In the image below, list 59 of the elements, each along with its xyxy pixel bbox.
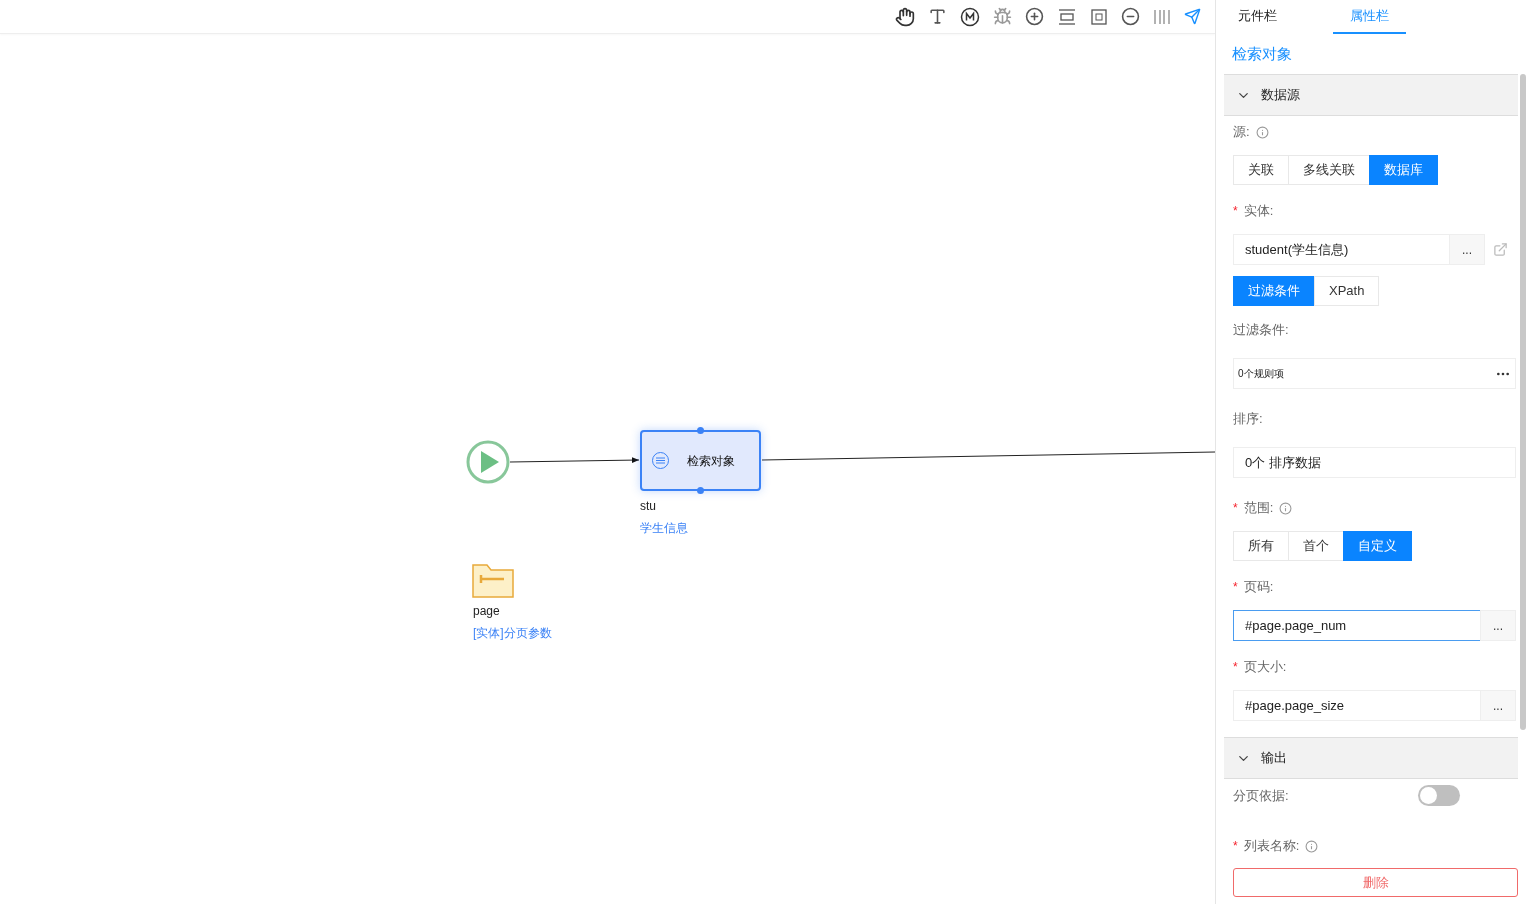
field-label: 实体: bbox=[1243, 202, 1274, 221]
distribute-icon[interactable] bbox=[1153, 7, 1171, 26]
segment-option[interactable]: 数据库 bbox=[1369, 155, 1438, 185]
browse-button[interactable]: ... bbox=[1480, 610, 1516, 641]
segment-option[interactable]: 多线关联 bbox=[1288, 155, 1370, 185]
info-icon[interactable] bbox=[1305, 839, 1319, 853]
start-node-icon[interactable] bbox=[466, 440, 510, 484]
required-mark: * bbox=[1233, 203, 1238, 220]
text-size-icon[interactable] bbox=[928, 7, 947, 26]
node-name: page bbox=[473, 603, 501, 620]
required-mark: * bbox=[1233, 659, 1238, 676]
segment-option[interactable]: XPath bbox=[1314, 276, 1380, 306]
action-node[interactable]: 检索对象 bbox=[640, 430, 761, 491]
zoom-in-icon[interactable] bbox=[1025, 7, 1044, 26]
required-mark: * bbox=[1233, 500, 1238, 517]
segment-option[interactable]: 首个 bbox=[1288, 531, 1344, 561]
field-label: 列表名称: bbox=[1243, 837, 1300, 856]
info-icon[interactable] bbox=[1255, 125, 1269, 139]
send-icon[interactable] bbox=[1184, 8, 1201, 25]
section-header[interactable]: 输出 bbox=[1224, 737, 1518, 779]
port-handle[interactable] bbox=[697, 487, 704, 494]
field-label: 范围: bbox=[1243, 499, 1274, 518]
panel-title: 检索对象 bbox=[1231, 43, 1293, 64]
field-label: 排序: bbox=[1233, 410, 1263, 429]
segment-option[interactable]: 自定义 bbox=[1343, 531, 1412, 561]
node-subtitle: [实体]分页参数 bbox=[473, 625, 552, 642]
panel-tab[interactable]: 元件栏 bbox=[1238, 0, 1311, 34]
browse-button[interactable]: ... bbox=[1480, 690, 1516, 721]
browse-button[interactable]: ... bbox=[1449, 234, 1485, 265]
summary-field[interactable]: 0个规则项 bbox=[1233, 358, 1516, 389]
input-field[interactable]: student(学生信息) bbox=[1233, 234, 1450, 265]
segment-option[interactable]: 过滤条件 bbox=[1233, 276, 1315, 306]
field-label: 页码: bbox=[1243, 578, 1274, 597]
hand-icon[interactable] bbox=[895, 6, 915, 27]
field-label: 过滤条件: bbox=[1233, 321, 1289, 340]
section-header[interactable]: 数据源 bbox=[1224, 74, 1518, 116]
field-label: 分页依据: bbox=[1233, 786, 1289, 805]
required-mark: * bbox=[1233, 838, 1238, 855]
required-mark: * bbox=[1233, 579, 1238, 596]
node-name: stu bbox=[640, 498, 657, 515]
info-icon[interactable] bbox=[1279, 501, 1293, 515]
input-field[interactable]: #page.page_size bbox=[1233, 690, 1481, 721]
scrollbar-thumb[interactable] bbox=[1520, 74, 1526, 730]
bug-icon[interactable] bbox=[993, 7, 1012, 26]
segment-option[interactable]: 关联 bbox=[1233, 155, 1289, 185]
field-label: 源: bbox=[1233, 123, 1250, 142]
fit-icon[interactable] bbox=[1090, 7, 1108, 26]
open-link-icon[interactable] bbox=[1493, 242, 1508, 257]
align-icon[interactable] bbox=[1057, 7, 1077, 26]
input-field[interactable]: #page.page_num bbox=[1233, 610, 1481, 641]
field-label: 页大小: bbox=[1243, 658, 1287, 677]
port-handle[interactable] bbox=[697, 427, 704, 434]
m-circle-icon[interactable] bbox=[960, 6, 980, 27]
folder-icon[interactable] bbox=[472, 564, 514, 598]
toggle-switch[interactable] bbox=[1418, 785, 1460, 806]
summary-field[interactable]: 0个 排序数据 bbox=[1233, 447, 1516, 478]
zoom-out-icon[interactable] bbox=[1121, 7, 1140, 26]
segment-option[interactable]: 所有 bbox=[1233, 531, 1289, 561]
node-subtitle: 学生信息 bbox=[640, 520, 688, 537]
